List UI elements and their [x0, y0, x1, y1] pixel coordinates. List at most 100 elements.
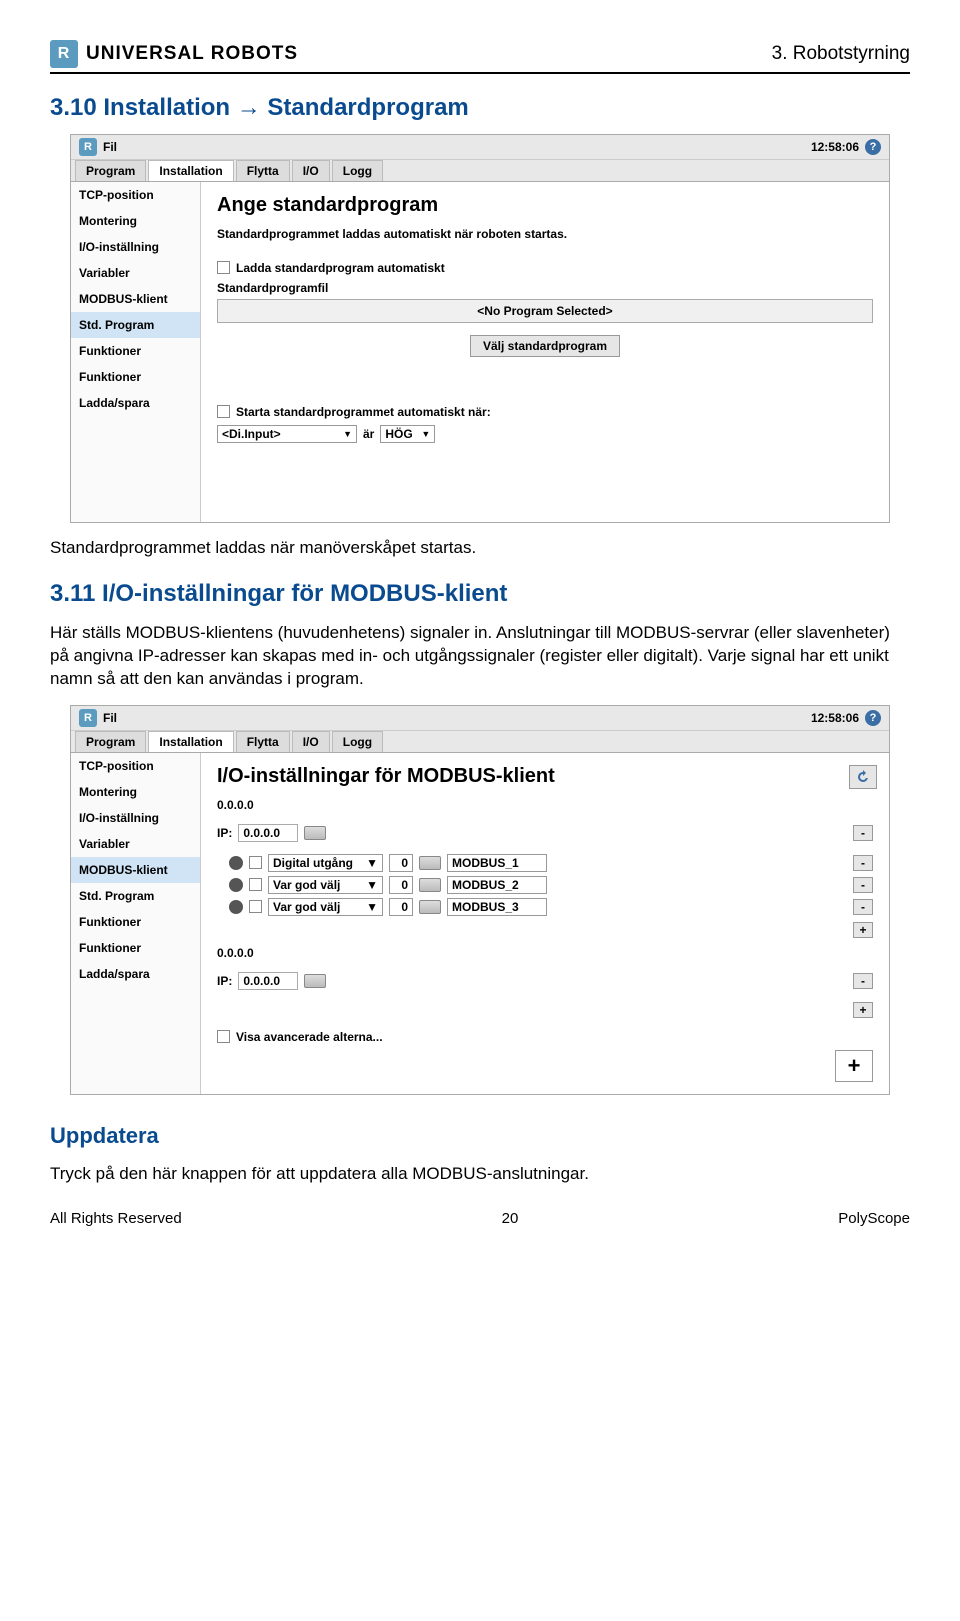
remove-unit-button[interactable]: - — [853, 973, 873, 989]
chevron-down-icon: ▼ — [366, 856, 378, 870]
add-unit-button[interactable]: + — [835, 1050, 873, 1082]
signal-type-select[interactable]: Var god välj▼ — [268, 898, 383, 916]
sub-body: Tryck på den här knappen för att uppdate… — [50, 1163, 910, 1186]
signal-addr[interactable]: 0 — [389, 876, 413, 894]
menu-fil[interactable]: Fil — [103, 711, 117, 725]
remove-signal-button[interactable]: - — [853, 877, 873, 893]
refresh-icon — [855, 769, 871, 785]
section-title-310: 3.10 Installation → Standardprogram — [50, 94, 910, 122]
doc-header: R UNIVERSAL ROBOTS 3. Robotstyrning — [50, 40, 910, 74]
sidebar-item-mounting[interactable]: Montering — [71, 208, 200, 234]
tab-logg[interactable]: Logg — [332, 731, 383, 752]
sidebar-item-stdprog[interactable]: Std. Program — [71, 312, 200, 338]
sidebar-item-loadsave[interactable]: Ladda/spara — [71, 390, 200, 416]
menu-fil[interactable]: Fil — [103, 140, 117, 154]
sidebar-item-loadsave[interactable]: Ladda/spara — [71, 961, 200, 987]
remove-signal-button[interactable]: - — [853, 899, 873, 915]
signal-checkbox[interactable] — [249, 900, 262, 913]
tab-flytta[interactable]: Flytta — [236, 160, 290, 181]
sidebar-item-vars[interactable]: Variabler — [71, 260, 200, 286]
remove-unit-button[interactable]: - — [853, 825, 873, 841]
sidebar-item-func2[interactable]: Funktioner — [71, 935, 200, 961]
tab-installation[interactable]: Installation — [148, 731, 233, 752]
sidebar-item-modbus[interactable]: MODBUS-klient — [71, 857, 200, 883]
tab-program[interactable]: Program — [75, 731, 146, 752]
panel-heading-stdprog: Ange standardprogram — [217, 194, 873, 217]
sidebar-item-tcp[interactable]: TCP-position — [71, 753, 200, 779]
status-dot-icon — [229, 856, 243, 870]
ar-label: är — [363, 427, 374, 441]
checkbox-auto-start[interactable] — [217, 405, 230, 418]
input-signal-select[interactable]: <Di.Input>▼ — [217, 425, 357, 443]
tab-program[interactable]: Program — [75, 160, 146, 181]
signal-checkbox[interactable] — [249, 878, 262, 891]
help-icon[interactable]: ? — [865, 139, 881, 155]
sub-heading-uppdatera: Uppdatera — [50, 1123, 910, 1149]
doc-footer: All Rights Reserved 20 PolyScope — [50, 1210, 910, 1227]
sidebar-item-io[interactable]: I/O-inställning — [71, 805, 200, 831]
status-dot-icon — [229, 900, 243, 914]
keyboard-icon[interactable] — [419, 900, 441, 914]
panel-heading-modbus: I/O-inställningar för MODBUS-klient — [217, 765, 873, 788]
level-select[interactable]: HÖG▼ — [380, 425, 435, 443]
sidebar-item-func1[interactable]: Funktioner — [71, 338, 200, 364]
checkbox-auto-load[interactable] — [217, 261, 230, 274]
signal-type-select[interactable]: Var god välj▼ — [268, 876, 383, 894]
chevron-down-icon: ▼ — [343, 429, 352, 439]
refresh-button[interactable] — [849, 765, 877, 789]
sidebar-item-io[interactable]: I/O-inställning — [71, 234, 200, 260]
chevron-down-icon: ▼ — [366, 878, 378, 892]
add-signal-button[interactable]: + — [853, 1002, 873, 1018]
keyboard-icon[interactable] — [304, 826, 326, 840]
ip-input[interactable]: 0.0.0.0 — [238, 972, 298, 990]
std-file-value: <No Program Selected> — [217, 299, 873, 323]
signal-type-select[interactable]: Digital utgång▼ — [268, 854, 383, 872]
ip-group-label: 0.0.0.0 — [217, 798, 873, 812]
ip-label: IP: — [217, 826, 232, 840]
tab-io[interactable]: I/O — [292, 731, 330, 752]
brand-logo-icon: R — [50, 40, 78, 68]
signal-name[interactable]: MODBUS_3 — [447, 898, 547, 916]
sidebar-item-stdprog[interactable]: Std. Program — [71, 883, 200, 909]
ip-group-label-2: 0.0.0.0 — [217, 946, 873, 960]
chevron-down-icon: ▼ — [421, 429, 430, 439]
sidebar-item-mounting[interactable]: Montering — [71, 779, 200, 805]
footer-left: All Rights Reserved — [50, 1210, 182, 1227]
footer-page: 20 — [502, 1210, 519, 1227]
checkbox-auto-load-label: Ladda standardprogram automatiskt — [236, 261, 445, 275]
checkbox-advanced[interactable] — [217, 1030, 230, 1043]
choose-std-button[interactable]: Välj standardprogram — [470, 335, 620, 357]
footer-right: PolyScope — [838, 1210, 910, 1227]
status-dot-icon — [229, 878, 243, 892]
keyboard-icon[interactable] — [304, 974, 326, 988]
remove-signal-button[interactable]: - — [853, 855, 873, 871]
section-311-body: Här ställs MODBUS-klientens (huvudenhete… — [50, 622, 910, 691]
ip-input[interactable]: 0.0.0.0 — [238, 824, 298, 842]
tab-io[interactable]: I/O — [292, 160, 330, 181]
tab-logg[interactable]: Logg — [332, 160, 383, 181]
sidebar-item-func1[interactable]: Funktioner — [71, 909, 200, 935]
keyboard-icon[interactable] — [419, 856, 441, 870]
help-icon[interactable]: ? — [865, 710, 881, 726]
keyboard-icon[interactable] — [419, 878, 441, 892]
add-signal-button[interactable]: + — [853, 922, 873, 938]
robot-icon: R — [79, 138, 97, 156]
tab-flytta[interactable]: Flytta — [236, 731, 290, 752]
sidebar-item-func2[interactable]: Funktioner — [71, 364, 200, 390]
signal-checkbox[interactable] — [249, 856, 262, 869]
signal-name[interactable]: MODBUS_2 — [447, 876, 547, 894]
signal-name[interactable]: MODBUS_1 — [447, 854, 547, 872]
sidebar: TCP-position Montering I/O-inställning V… — [71, 753, 201, 1094]
sidebar-item-tcp[interactable]: TCP-position — [71, 182, 200, 208]
panel-desc: Standardprogrammet laddas automatiskt nä… — [217, 227, 873, 243]
robot-icon: R — [79, 709, 97, 727]
signal-addr[interactable]: 0 — [389, 898, 413, 916]
tab-installation[interactable]: Installation — [148, 160, 233, 181]
std-file-label: Standardprogramfil — [217, 281, 873, 295]
signal-addr[interactable]: 0 — [389, 854, 413, 872]
sidebar-item-vars[interactable]: Variabler — [71, 831, 200, 857]
checkbox-advanced-label: Visa avancerade alterna... — [236, 1030, 383, 1044]
sidebar-item-modbus[interactable]: MODBUS-klient — [71, 286, 200, 312]
chapter-label: 3. Robotstyrning — [772, 43, 910, 65]
section-title-311: 3.11 I/O-inställningar för MODBUS-klient — [50, 580, 910, 608]
